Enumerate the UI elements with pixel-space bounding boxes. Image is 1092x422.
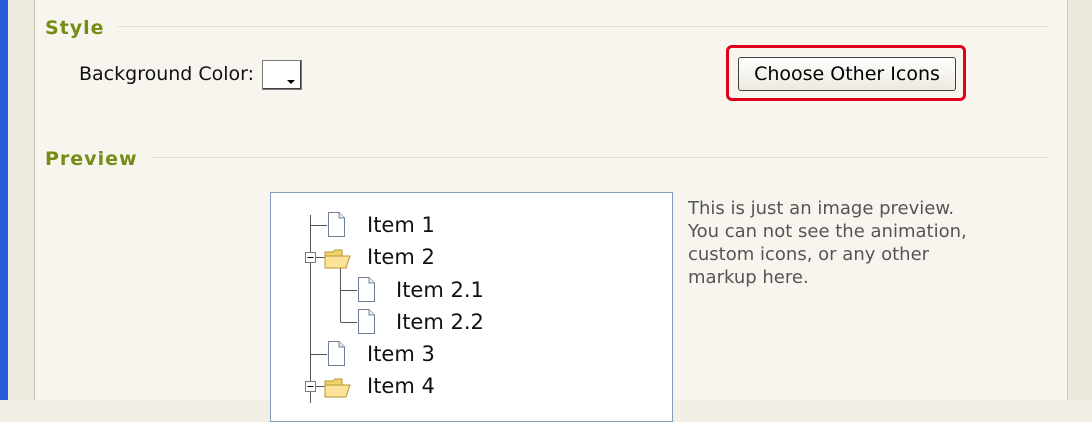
preview-note-line: You can not see the animation, (688, 221, 967, 242)
window-left-edge (0, 0, 8, 400)
tree-item-2: Item 2 (367, 245, 435, 269)
tree-item-4: Item 4 (367, 374, 435, 398)
tree-item-1: Item 1 (367, 213, 435, 237)
collapse-icon[interactable] (305, 381, 316, 392)
tree-item-2-2: Item 2.2 (396, 310, 484, 334)
file-icon (328, 212, 345, 237)
file-icon (358, 277, 375, 302)
file-icon (358, 309, 375, 334)
folder-open-icon (324, 378, 351, 398)
left-gutter (8, 0, 35, 400)
choose-other-icons-button[interactable]: Choose Other Icons (738, 57, 956, 91)
tree-item-3: Item 3 (367, 342, 435, 366)
tree-item-2-1: Item 2.1 (396, 278, 484, 302)
preview-note-line: This is just an image preview. (688, 198, 955, 219)
tree-preview: Item 1 Item 2 Item 2.1 Item 2.2 Item 3 I… (270, 192, 673, 422)
right-gutter (1068, 0, 1092, 400)
background-color-label: Background Color: (79, 63, 255, 85)
preview-note-line: markup here. (688, 267, 809, 288)
file-icon (328, 341, 345, 366)
preview-note: This is just an image preview. You can n… (688, 197, 1018, 289)
style-section-rule (118, 26, 1048, 27)
preview-section-rule (152, 157, 1048, 158)
collapse-icon[interactable] (305, 252, 316, 263)
preview-section-title: Preview (45, 148, 138, 170)
style-section-title: Style (45, 17, 105, 39)
dropdown-arrow-icon (287, 80, 295, 84)
preview-note-line: custom icons, or any other (688, 244, 930, 265)
folder-open-icon (324, 249, 351, 269)
background-color-picker[interactable] (262, 60, 302, 90)
